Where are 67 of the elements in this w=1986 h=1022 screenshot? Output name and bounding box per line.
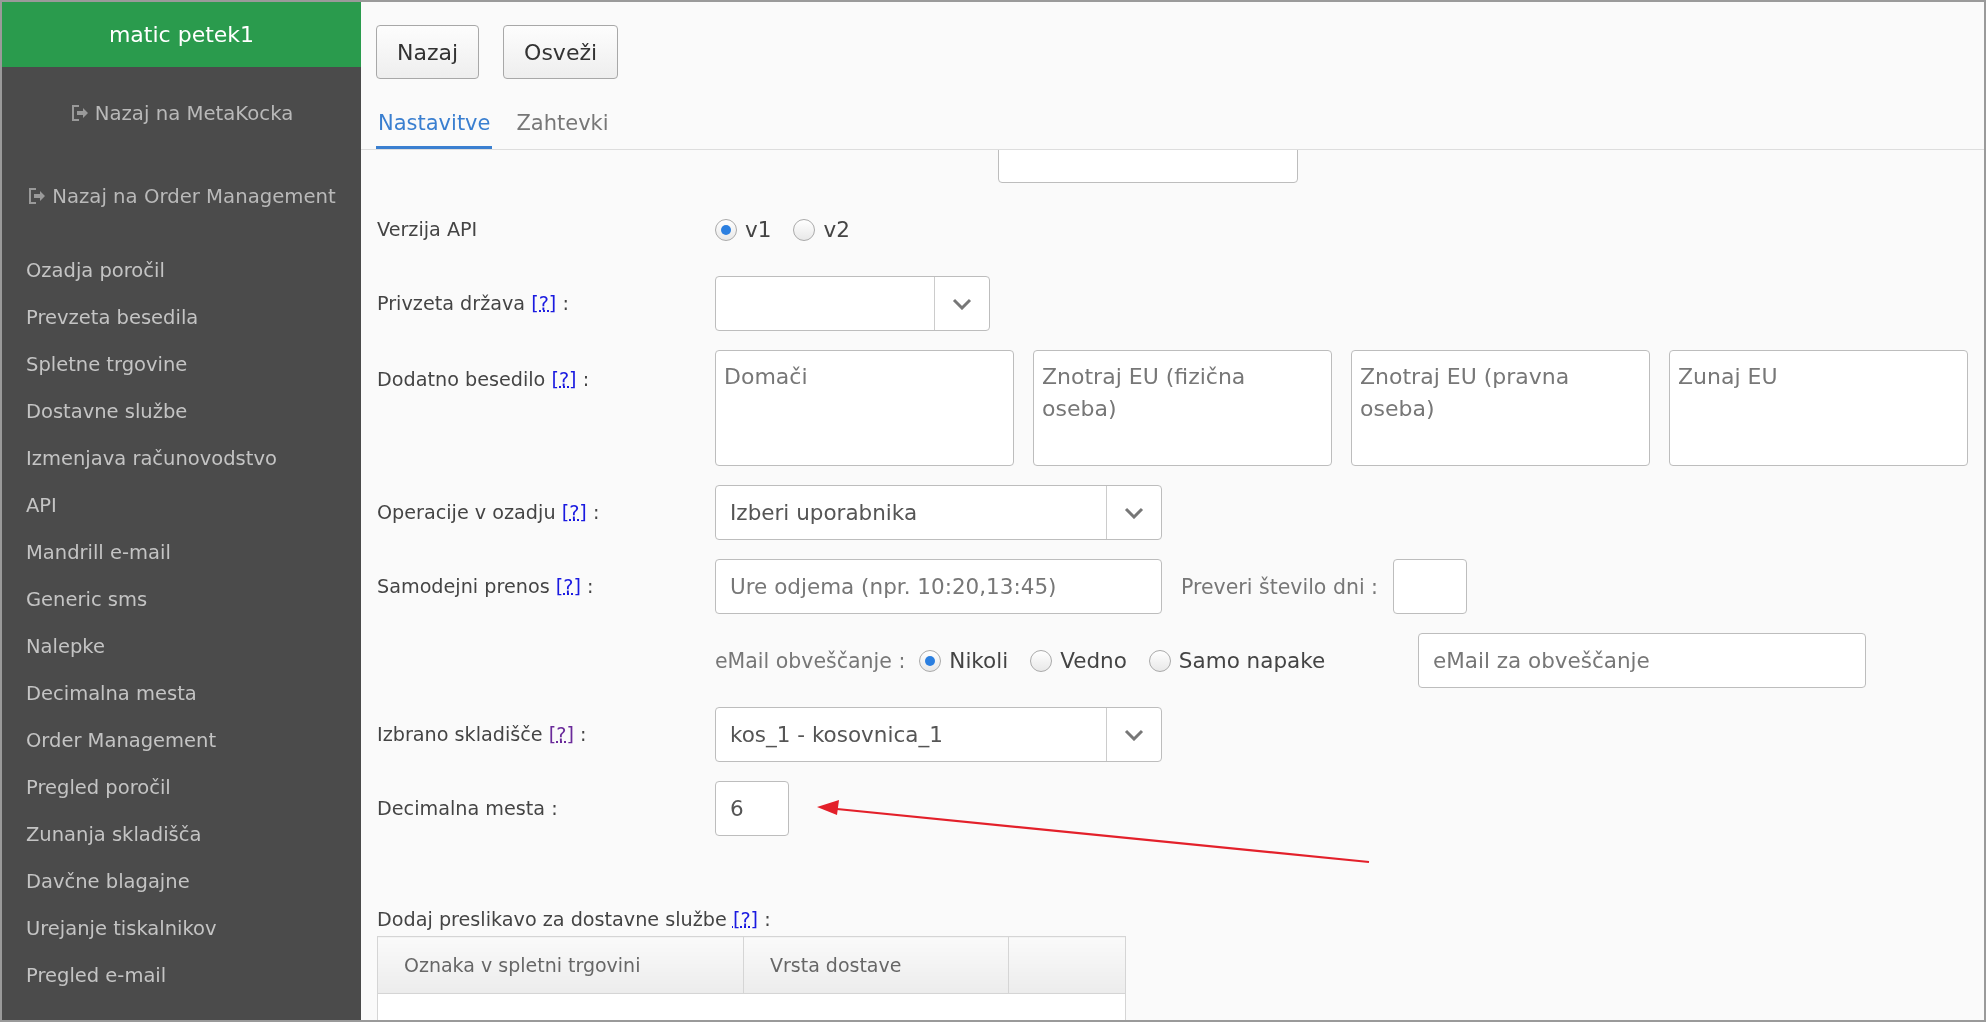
sidebar-item[interactable]: Urejanje tiskalnikov [26, 908, 361, 955]
column-header: Vrsta dostave [743, 936, 1009, 994]
select-field[interactable]: Izberi uporabnika [715, 485, 1162, 540]
help-link[interactable]: [?] [555, 575, 581, 598]
radio-option[interactable]: Nikoli [919, 648, 1009, 673]
text-area[interactable]: Znotraj EU (fizična oseba) [1033, 350, 1332, 466]
toolbar-button[interactable]: Nazaj [376, 25, 480, 79]
radio-button[interactable] [919, 649, 942, 672]
sidebar-item[interactable]: Generic sms [26, 579, 361, 626]
sidebar-item[interactable]: Izmenjava računovodstvo [26, 438, 361, 485]
chevron-down-icon [1124, 506, 1144, 519]
back-link[interactable]: Nazaj na Order Management [27, 175, 336, 217]
sidebar-item[interactable]: Davčne blagajne [26, 861, 361, 908]
chevron-down-icon [1124, 728, 1144, 741]
chevron-down-icon [952, 297, 972, 310]
sidebar-item[interactable]: Decimalna mesta [26, 673, 361, 720]
sidebar-item[interactable]: Pregled poročil [26, 767, 361, 814]
help-link[interactable]: [?] [551, 368, 577, 391]
column-header: Oznaka v spletni trgovini [377, 936, 744, 994]
radio-button[interactable] [715, 218, 737, 241]
sidebar-item[interactable]: Nalepke [26, 626, 361, 673]
back-link[interactable]: Nazaj na MetaKocka [69, 92, 294, 134]
field-label: eMail obveščanje : [715, 648, 906, 673]
field-label: Izbrano skladišče [?] : [377, 723, 587, 746]
input-field[interactable] [1393, 559, 1467, 614]
section-label: Dodaj preslikavo za dostavne službe [?] : [377, 908, 771, 931]
help-link[interactable]: [?] [561, 501, 587, 524]
sidebar-item[interactable]: Pregled e-mail [26, 955, 361, 1002]
exit-icon [27, 186, 48, 206]
exit-icon [69, 103, 90, 123]
radio-button[interactable] [793, 218, 816, 241]
radio-button[interactable] [1030, 649, 1053, 672]
sidebar-item[interactable]: Prevzeta besedila [26, 297, 361, 344]
text-area[interactable]: Zunaj EU [1669, 350, 1968, 466]
sidebar-item[interactable]: API [26, 485, 361, 532]
help-link[interactable]: [?] [732, 908, 759, 931]
sidebar-item[interactable]: Order Management [26, 720, 361, 767]
help-link[interactable]: [?] [548, 723, 574, 746]
radio-option[interactable]: v2 [793, 217, 850, 242]
field-label: Samodejni prenos [?] : [377, 575, 594, 598]
tab[interactable]: Zahtevki [514, 101, 611, 149]
field-label: Dodatno besedilo [?] : [377, 368, 590, 391]
field-label: Verzija API [377, 218, 478, 241]
input-field[interactable]: 6 [715, 781, 789, 836]
field-label: Privzeta država [?] : [377, 292, 569, 315]
radio-button[interactable] [1148, 649, 1171, 672]
select-field[interactable]: kos_1 - kosovnica_1 [715, 707, 1162, 762]
sidebar-item[interactable]: Dostavne službe [26, 391, 361, 438]
radio-option[interactable]: Samo napake [1148, 648, 1326, 673]
toolbar-button[interactable]: Osveži [503, 25, 619, 79]
field-label: Preveri število dni : [1181, 574, 1378, 599]
tab[interactable]: Nastavitve [376, 101, 493, 149]
help-link[interactable]: [?] [531, 292, 557, 315]
field-label: Decimalna mesta : [377, 797, 558, 820]
sidebar-item[interactable]: Zunanja skladišča [26, 814, 361, 861]
select-field[interactable] [715, 276, 990, 331]
radio-option[interactable]: v1 [715, 217, 772, 242]
user-name: matic petek1 [2, 2, 361, 67]
input-field[interactable]: Ure odjema (npr. 10:20,13:45) [715, 559, 1162, 614]
field-label: Operacije v ozadju [?] : [377, 501, 600, 524]
sidebar-item[interactable]: Mandrill e-mail [26, 532, 361, 579]
input-field[interactable]: eMail za obveščanje [1418, 633, 1866, 688]
text-area[interactable]: Domači [715, 350, 1014, 466]
radio-option[interactable]: Vedno [1030, 648, 1127, 673]
text-area[interactable]: Znotraj EU (pravna oseba) [1351, 350, 1650, 466]
sidebar-item[interactable]: Ozadja poročil [26, 250, 361, 297]
sidebar-item[interactable]: Spletne trgovine [26, 344, 361, 391]
